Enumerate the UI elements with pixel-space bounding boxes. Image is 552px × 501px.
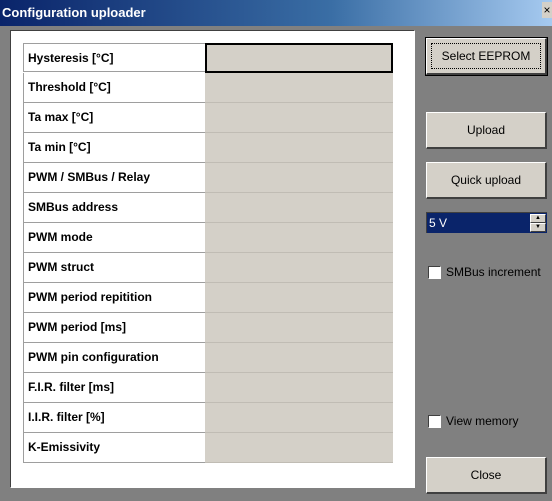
table-row: PWM / SMBus / Relay	[23, 163, 393, 193]
window-title: Configuration uploader	[2, 5, 146, 20]
close-label: Close	[470, 468, 502, 482]
quick-upload-button[interactable]: Quick upload	[426, 162, 547, 199]
row-label: Ta max [°C]	[23, 103, 205, 133]
value-cell[interactable]	[205, 343, 393, 373]
config-table-panel: Hysteresis [°C] Threshold [°C] Ta max [°C]…	[10, 30, 415, 488]
upload-label: Upload	[466, 123, 506, 137]
select-eeprom-label: Select EEPROM	[431, 43, 541, 69]
close-icon[interactable]: ×	[542, 2, 552, 18]
value-cell[interactable]	[205, 283, 393, 313]
row-label: PWM struct	[23, 253, 205, 283]
table-row: PWM mode	[23, 223, 393, 253]
value-cell[interactable]	[205, 253, 393, 283]
row-label: PWM period repitition	[23, 283, 205, 313]
value-cell[interactable]	[205, 73, 393, 103]
value-cell[interactable]	[205, 103, 393, 133]
smbus-increment-label: SMBus increment	[446, 265, 541, 279]
table-row: Ta min [°C]	[23, 133, 393, 163]
configuration-uploader-window: Configuration uploader × Hysteresis [°C]…	[0, 0, 552, 501]
table-row: Hysteresis [°C]	[23, 43, 393, 73]
value-cell[interactable]	[205, 223, 393, 253]
table-row: Ta max [°C]	[23, 103, 393, 133]
value-cell[interactable]	[205, 43, 393, 73]
view-memory-checkbox[interactable]: View memory	[428, 414, 518, 428]
table-row: PWM period [ms]	[23, 313, 393, 343]
row-label: Threshold [°C]	[23, 73, 205, 103]
row-label: Hysteresis [°C]	[23, 43, 205, 72]
spin-down-icon[interactable]: ▼	[530, 223, 546, 232]
table-row: F.I.R. filter [ms]	[23, 373, 393, 403]
value-cell[interactable]	[205, 313, 393, 343]
view-memory-box[interactable]	[428, 414, 441, 428]
table-row: PWM pin configuration	[23, 343, 393, 373]
voltage-spinner[interactable]: ▲ ▼	[530, 214, 546, 232]
view-memory-label: View memory	[446, 414, 519, 428]
value-cell[interactable]	[205, 193, 393, 223]
value-cell[interactable]	[205, 433, 393, 463]
row-label: PWM period [ms]	[23, 313, 205, 343]
title-bar[interactable]: Configuration uploader ×	[0, 0, 552, 26]
smbus-increment-box[interactable]	[428, 265, 441, 279]
voltage-value: 5 V	[429, 216, 448, 230]
table-row: I.I.R. filter [%]	[23, 403, 393, 433]
row-label: PWM mode	[23, 223, 205, 253]
row-label: PWM pin configuration	[23, 343, 205, 373]
select-eeprom-button[interactable]: Select EEPROM	[425, 37, 548, 76]
config-grid: Hysteresis [°C] Threshold [°C] Ta max [°C]…	[23, 43, 393, 463]
value-cell[interactable]	[205, 373, 393, 403]
spin-up-icon[interactable]: ▲	[530, 214, 546, 223]
table-row: PWM period repitition	[23, 283, 393, 313]
row-label: Ta min [°C]	[23, 133, 205, 163]
table-row: PWM struct	[23, 253, 393, 283]
value-cell[interactable]	[205, 163, 393, 193]
row-label: SMBus address	[23, 193, 205, 223]
close-button[interactable]: Close	[426, 457, 547, 494]
smbus-increment-checkbox[interactable]: SMBus increment	[428, 265, 541, 279]
table-row: K-Emissivity	[23, 433, 393, 463]
row-label: K-Emissivity	[23, 433, 205, 463]
row-label: I.I.R. filter [%]	[23, 403, 205, 433]
table-row: SMBus address	[23, 193, 393, 223]
row-label: PWM / SMBus / Relay	[23, 163, 205, 193]
value-cell[interactable]	[205, 403, 393, 433]
value-cell[interactable]	[205, 133, 393, 163]
quick-upload-label: Quick upload	[450, 173, 522, 187]
upload-button[interactable]: Upload	[426, 112, 547, 149]
row-label: F.I.R. filter [ms]	[23, 373, 205, 403]
voltage-select[interactable]: 5 V ▲ ▼	[426, 212, 547, 233]
table-row: Threshold [°C]	[23, 73, 393, 103]
